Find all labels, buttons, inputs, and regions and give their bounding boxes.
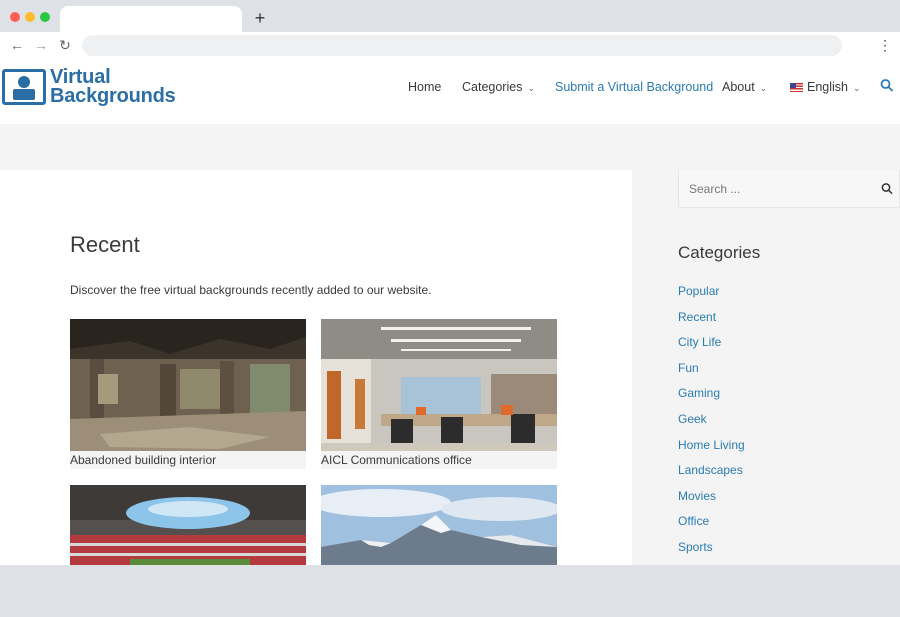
minimize-window-button[interactable] bbox=[25, 12, 35, 22]
card-thumbnail[interactable] bbox=[321, 485, 557, 617]
category-link-geek[interactable]: Geek bbox=[678, 412, 707, 426]
category-link-city-life[interactable]: City Life bbox=[678, 335, 721, 349]
browser-menu-button[interactable]: ⋮ bbox=[878, 36, 892, 54]
forward-button[interactable]: → bbox=[32, 36, 50, 54]
nav-about[interactable]: About ⌄ bbox=[722, 78, 767, 96]
list-item: Sports bbox=[678, 538, 745, 564]
close-window-button[interactable] bbox=[10, 12, 20, 22]
list-item: Popular bbox=[678, 282, 745, 308]
back-button[interactable]: ← bbox=[8, 36, 26, 54]
logo-text: Virtual Backgrounds bbox=[50, 67, 176, 107]
category-link-popular[interactable]: Popular bbox=[678, 284, 719, 298]
sidebar: Categories Popular Recent City Life Fun … bbox=[632, 170, 900, 565]
list-item: Home Living bbox=[678, 436, 745, 462]
chevron-down-icon: ⌄ bbox=[759, 83, 768, 93]
logo-icon bbox=[2, 69, 46, 105]
maximize-window-button[interactable] bbox=[40, 12, 50, 22]
nav-categories[interactable]: Categories ⌄ bbox=[462, 78, 535, 96]
category-link-landscapes[interactable]: Landscapes bbox=[678, 463, 743, 477]
list-item: Gaming bbox=[678, 384, 745, 410]
list-item: Fun bbox=[678, 359, 745, 385]
chevron-down-icon: ⌄ bbox=[527, 83, 535, 93]
main-content: Recent Discover the free virtual backgro… bbox=[0, 170, 632, 565]
category-link-gaming[interactable]: Gaming bbox=[678, 386, 720, 400]
logo-person-body bbox=[13, 89, 35, 100]
list-item: Geek bbox=[678, 410, 745, 436]
search-input[interactable] bbox=[689, 180, 869, 198]
card-caption[interactable]: Abandoned building interior bbox=[70, 453, 216, 468]
nav-about-label: About bbox=[722, 80, 755, 94]
list-item: Landscapes bbox=[678, 461, 745, 487]
categories-list: Popular Recent City Life Fun Gaming Geek… bbox=[678, 282, 745, 564]
category-link-movies[interactable]: Movies bbox=[678, 489, 716, 503]
background-card[interactable] bbox=[321, 485, 557, 565]
card-thumbnail[interactable] bbox=[70, 485, 306, 617]
list-item: City Life bbox=[678, 333, 745, 359]
new-tab-button[interactable]: + bbox=[252, 8, 268, 28]
nav-language-label: English bbox=[807, 80, 848, 94]
logo-line-2: Backgrounds bbox=[50, 85, 176, 107]
card-caption[interactable]: AICL Communications office bbox=[321, 453, 472, 468]
nav-categories-label: Categories bbox=[462, 80, 523, 94]
page-title: Recent bbox=[70, 232, 140, 257]
background-card[interactable]: Abandoned building interior bbox=[70, 319, 306, 469]
list-item: Office bbox=[678, 512, 745, 538]
category-link-recent[interactable]: Recent bbox=[678, 310, 716, 324]
search-icon[interactable] bbox=[880, 78, 894, 94]
page-header-band bbox=[0, 124, 900, 170]
logo-person-head bbox=[18, 76, 30, 88]
category-link-home-living[interactable]: Home Living bbox=[678, 438, 745, 452]
page-description: Discover the free virtual backgrounds re… bbox=[70, 283, 432, 297]
card-thumbnail[interactable] bbox=[70, 319, 306, 451]
nav-home[interactable]: Home bbox=[408, 78, 441, 96]
background-card[interactable]: AICL Communications office bbox=[321, 319, 557, 469]
tab-bar: + bbox=[0, 0, 900, 32]
chevron-down-icon: ⌄ bbox=[853, 83, 861, 93]
search-icon[interactable] bbox=[881, 182, 893, 196]
list-item: Movies bbox=[678, 487, 745, 513]
nav-submit-label: Submit a Virtual Background bbox=[555, 80, 714, 94]
browser-toolbar: ← → ↻ ⋮ bbox=[0, 32, 900, 58]
category-link-sports[interactable]: Sports bbox=[678, 540, 713, 554]
sidebar-search bbox=[678, 170, 900, 208]
nav-language[interactable]: English ⌄ bbox=[790, 78, 861, 96]
reload-button[interactable]: ↻ bbox=[56, 36, 74, 54]
nav-submit-background[interactable]: Submit a Virtual Background bbox=[555, 78, 713, 96]
categories-title: Categories bbox=[678, 243, 761, 262]
card-thumbnail[interactable] bbox=[321, 319, 557, 451]
browser-tab[interactable] bbox=[60, 6, 242, 32]
category-link-office[interactable]: Office bbox=[678, 514, 709, 528]
background-card[interactable] bbox=[70, 485, 306, 565]
nav-home-label: Home bbox=[408, 80, 442, 94]
category-link-fun[interactable]: Fun bbox=[678, 361, 699, 375]
address-bar[interactable] bbox=[82, 35, 842, 56]
site-logo[interactable]: Virtual Backgrounds bbox=[0, 66, 180, 118]
site-header: Virtual Backgrounds Home Categories ⌄ Sub… bbox=[0, 58, 900, 124]
us-flag-icon bbox=[790, 83, 803, 92]
list-item: Recent bbox=[678, 308, 745, 334]
